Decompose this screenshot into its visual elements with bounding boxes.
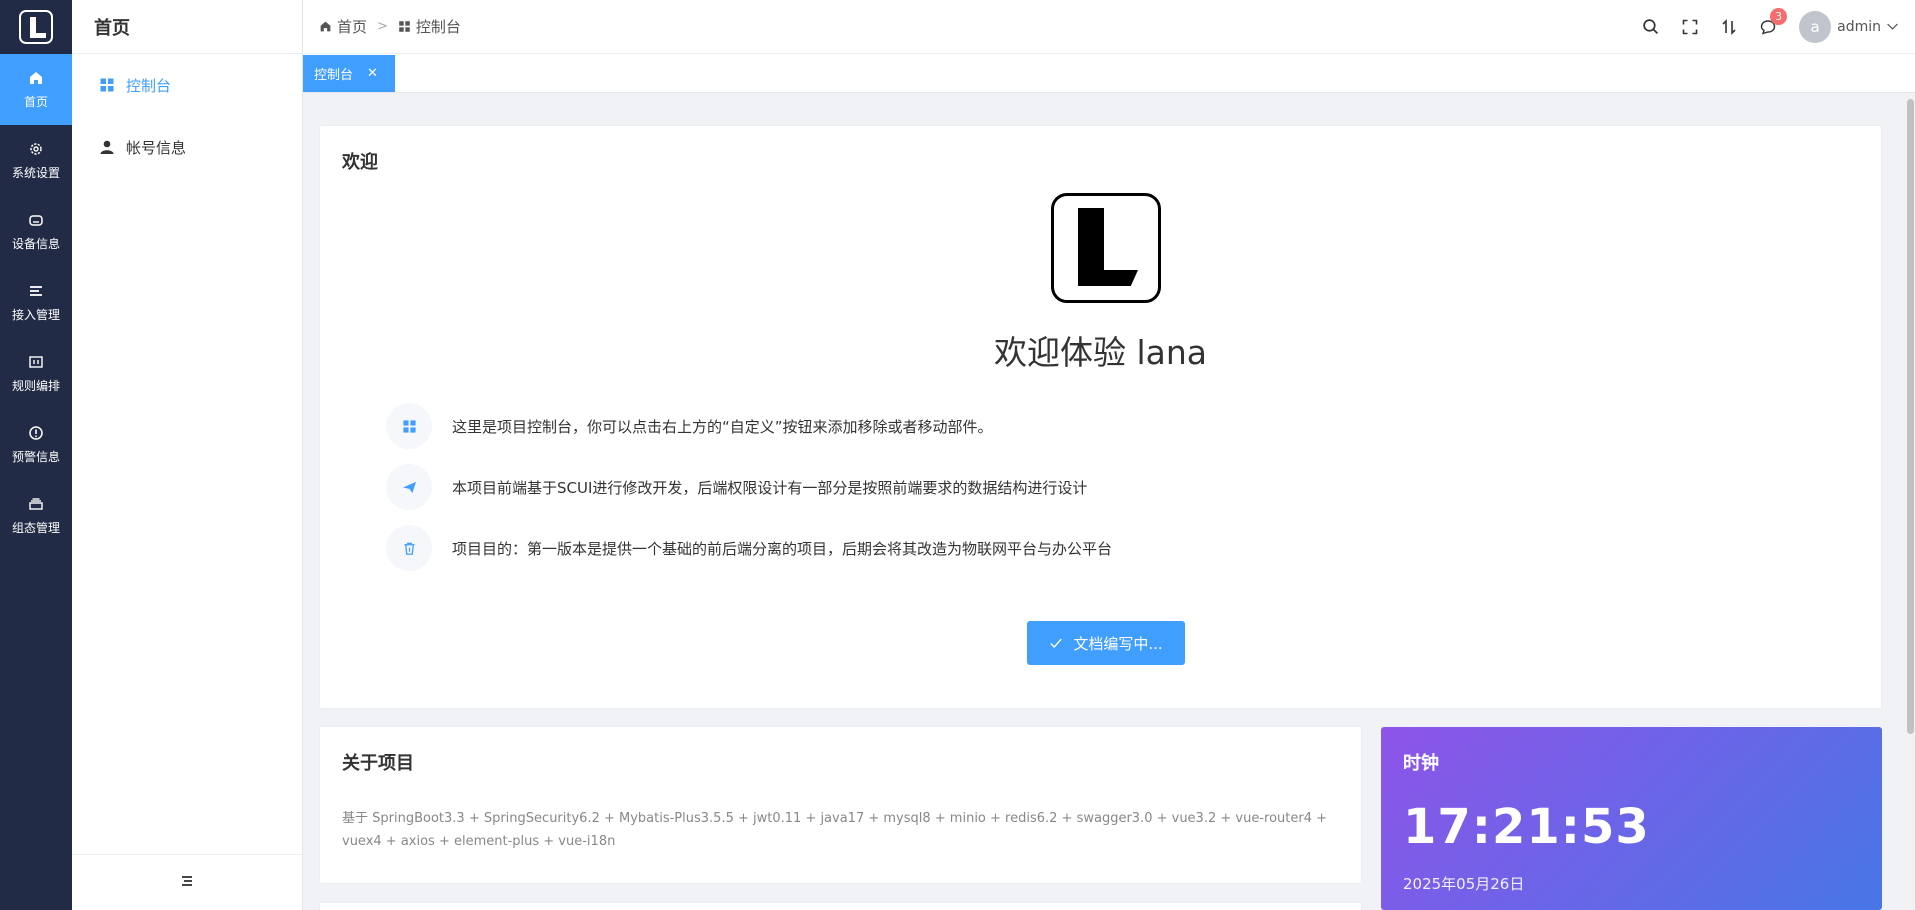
tab-label: 控制台 <box>314 68 354 83</box>
grid-icon <box>98 76 116 94</box>
card-title: 关于项目 <box>342 753 414 774</box>
breadcrumb-item-home[interactable]: 首页 <box>319 16 367 37</box>
about-card: 关于项目 基于 SpringBoot3.3 + SpringSecurity6.… <box>319 726 1362 884</box>
rule-icon <box>27 353 45 371</box>
user-menu[interactable]: a admin <box>1799 10 1899 43</box>
rail-item-home[interactable]: 首页 <box>0 54 72 125</box>
rail-item-alert-info[interactable]: 预警信息 <box>0 409 72 480</box>
top-header: 首页 > 控制台 3 a admin <box>303 0 1915 54</box>
list-icon <box>27 282 45 300</box>
sort-icon <box>1722 18 1736 35</box>
stack-icon <box>27 495 45 513</box>
rail-item-device-info[interactable]: 设备信息 <box>0 196 72 267</box>
tip-item: 项目目的：第一版本是提供一个基础的前后端分离的项目，后期会将其改造为物联网平台与… <box>386 525 1112 571</box>
collapse-sidebar-button[interactable] <box>72 854 302 910</box>
avatar: a <box>1799 10 1832 43</box>
clock-card: 时钟 17:21:53 2025年05月26日 <box>1381 727 1882 910</box>
card-title: 时钟 <box>1403 753 1439 774</box>
grid-icon <box>386 403 432 449</box>
docs-button-label: 文档编写中... <box>1073 634 1163 653</box>
tip-text: 项目目的：第一版本是提供一个基础的前后端分离的项目，后期会将其改造为物联网平台与… <box>452 539 1113 558</box>
tip-text: 本项目前端基于SCUI进行修改开发，后端权限设计有一部分是按照前端要求的数据结构… <box>452 478 1088 497</box>
about-text: 基于 SpringBoot3.3 + SpringSecurity6.2 + M… <box>342 811 1327 849</box>
sidebar-item-label: 帐号信息 <box>126 138 187 157</box>
breadcrumb-separator-icon: > <box>377 19 388 34</box>
chevron-down-icon <box>1887 23 1898 30</box>
fullscreen-icon <box>1682 19 1697 34</box>
welcome-heading: 欢迎体验 lana <box>993 333 1208 372</box>
rail-item-access-management[interactable]: 接入管理 <box>0 267 72 338</box>
rail-item-label: 规则编排 <box>11 379 60 393</box>
tip-text: 这里是项目控制台，你可以点击右上方的“自定义”按钮来添加移除或者移动部件。 <box>452 417 993 436</box>
username: admin <box>1837 18 1881 35</box>
rail-item-label: 接入管理 <box>11 308 60 322</box>
menu-fold-icon <box>179 873 195 893</box>
docs-button[interactable]: 文档编写中... <box>1027 621 1185 665</box>
tab-bar: 控制台 ✕ <box>303 54 1915 93</box>
alert-icon <box>27 424 45 442</box>
breadcrumb-label: 首页 <box>337 18 368 36</box>
messages-button[interactable]: 3 <box>1748 0 1788 54</box>
rail-item-label: 预警信息 <box>11 450 60 464</box>
lana-logo <box>1051 193 1161 303</box>
breadcrumb-label: 控制台 <box>415 18 461 36</box>
sidebar-item-label: 控制台 <box>126 76 172 95</box>
rail-item-system-settings[interactable]: 系统设置 <box>0 125 72 196</box>
search-icon <box>1643 19 1659 35</box>
user-icon <box>98 138 116 156</box>
next-card <box>319 902 1362 910</box>
sidebar-item-dashboard[interactable]: 控制台 <box>72 54 302 116</box>
search-button[interactable] <box>1631 0 1670 54</box>
logo-icon <box>19 10 53 44</box>
sidebar-title: 首页 <box>72 0 302 54</box>
rail-item-rule-orchestration[interactable]: 规则编排 <box>0 338 72 409</box>
breadcrumb: 首页 > 控制台 <box>319 16 461 37</box>
card-title: 欢迎 <box>342 152 378 173</box>
vertical-scrollbar[interactable] <box>1906 93 1915 910</box>
check-icon <box>1050 638 1063 648</box>
rail-item-label: 系统设置 <box>11 166 60 180</box>
main-nav-rail: 首页 系统设置 设备信息 接入管理 规则编排 预警信息 组态管理 <box>0 0 72 910</box>
clock-date: 2025年05月26日 <box>1403 875 1525 893</box>
sub-sidebar: 首页 控制台 帐号信息 <box>72 0 303 910</box>
header-tools: 3 a admin <box>1631 0 1899 54</box>
home-icon <box>27 69 45 87</box>
app-logo[interactable] <box>0 0 72 54</box>
clock-time: 17:21:53 <box>1403 799 1650 855</box>
tab-dashboard[interactable]: 控制台 ✕ <box>303 55 395 92</box>
sidebar-item-account-info[interactable]: 帐号信息 <box>72 116 302 178</box>
rail-item-label: 设备信息 <box>11 237 60 251</box>
gear-icon <box>27 140 45 158</box>
tasks-button[interactable] <box>1709 0 1748 54</box>
notification-badge: 3 <box>1770 7 1788 25</box>
rail-item-label: 组态管理 <box>11 521 60 535</box>
home-icon <box>320 21 331 32</box>
device-icon <box>27 211 45 229</box>
trash-icon <box>386 525 432 571</box>
paper-plane-icon <box>386 464 432 510</box>
scrollbar-thumb[interactable] <box>1907 99 1914 734</box>
rail-item-label: 首页 <box>23 95 48 109</box>
welcome-card: 欢迎 欢迎体验 lana 这里是项目控制台，你可以点击右上方的“自定义”按钮来添… <box>319 125 1882 709</box>
close-icon[interactable]: ✕ <box>367 66 378 81</box>
tip-item: 本项目前端基于SCUI进行修改开发，后端权限设计有一部分是按照前端要求的数据结构… <box>386 464 1087 510</box>
rail-item-config-management[interactable]: 组态管理 <box>0 480 72 551</box>
grid-icon <box>399 21 410 32</box>
tip-item: 这里是项目控制台，你可以点击右上方的“自定义”按钮来添加移除或者移动部件。 <box>386 403 993 449</box>
breadcrumb-item-dashboard[interactable]: 控制台 <box>398 16 461 37</box>
fullscreen-button[interactable] <box>1670 0 1709 54</box>
